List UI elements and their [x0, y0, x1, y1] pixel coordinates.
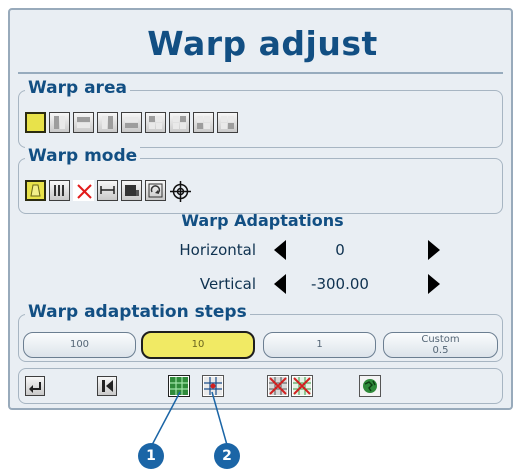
warp-area-top-right-button[interactable] [169, 112, 190, 133]
cross-icon[interactable] [73, 180, 94, 201]
step-custom-label: Custom [421, 334, 460, 345]
grid-green-icon[interactable] [168, 375, 190, 397]
warp-adaptations-heading: Warp Adaptations [181, 211, 344, 230]
warp-area-bottom-button[interactable] [121, 112, 142, 133]
title-divider [18, 72, 503, 74]
step-1-button[interactable]: 1 [263, 332, 376, 358]
page-title: Warp adjust [147, 24, 378, 63]
step-custom-button[interactable]: Custom 0.5 [383, 332, 498, 358]
rotate-icon[interactable] [145, 180, 166, 201]
warp-area-legend: Warp area [25, 78, 130, 98]
warp-area-left-button[interactable] [49, 112, 70, 133]
step-10-label: 10 [191, 339, 205, 350]
callout-2: 2 [214, 443, 240, 469]
warp-toolbar [18, 368, 503, 404]
warp-adaptation-steps-legend: Warp adaptation steps [25, 302, 250, 322]
warp-area-top-left-button[interactable] [145, 112, 166, 133]
corner-icon[interactable] [121, 180, 142, 201]
vertical-value: -300.00 [311, 275, 369, 293]
bars-icon[interactable] [49, 180, 70, 201]
return-icon[interactable] [25, 376, 45, 396]
step-1-label: 1 [316, 339, 323, 350]
callout-1: 1 [138, 443, 164, 469]
skip-back-icon[interactable] [97, 376, 117, 396]
warp-area-bottom-right-button[interactable] [217, 112, 238, 133]
warp-mode-legend: Warp mode [25, 146, 141, 166]
warp-area-top-button[interactable] [73, 112, 94, 133]
clear-grid-icon[interactable] [267, 375, 289, 397]
vertical-label: Vertical [199, 275, 256, 293]
vertical-increase-arrow[interactable] [428, 274, 440, 294]
vertical-decrease-arrow[interactable] [274, 274, 286, 294]
globe-icon[interactable] [359, 375, 381, 397]
warp-mode-group: Warp mode [18, 146, 503, 214]
stretch-icon[interactable] [97, 180, 118, 201]
grid-red-icon[interactable] [202, 375, 224, 397]
step-custom-value: 0.5 [432, 345, 449, 356]
horizontal-decrease-arrow[interactable] [274, 240, 286, 260]
horizontal-increase-arrow[interactable] [428, 240, 440, 260]
target-icon[interactable] [169, 180, 191, 202]
horizontal-value: 0 [335, 241, 345, 259]
warp-area-full-button[interactable] [25, 112, 46, 133]
warp-adjust-panel: Warp adjust Warp area Warp mode Warp Ada… [8, 8, 513, 410]
step-10-button[interactable]: 10 [141, 331, 255, 359]
warp-area-group: Warp area [18, 78, 503, 148]
warp-adaptation-steps-group: Warp adaptation steps 100 10 1 Custom 0.… [18, 302, 503, 362]
step-100-label: 100 [69, 339, 90, 350]
warp-area-bottom-left-button[interactable] [193, 112, 214, 133]
warp-area-right-button[interactable] [97, 112, 118, 133]
step-100-button[interactable]: 100 [23, 332, 136, 358]
keystone-icon[interactable] [25, 180, 46, 201]
horizontal-label: Horizontal [179, 241, 256, 259]
reset-grid-icon[interactable] [291, 375, 313, 397]
